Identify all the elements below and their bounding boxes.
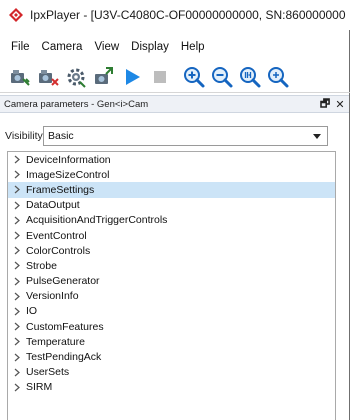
title-bar[interactable]: IpxPlayer - [U3V-C4080C-OF00000000000, S… xyxy=(0,0,350,30)
tree-item-io[interactable]: IO xyxy=(8,304,335,319)
float-panel-icon[interactable]: 🗗 xyxy=(318,97,332,111)
tree-item-acquisitionandtriggercontrols[interactable]: AcquisitionAndTriggerControls xyxy=(8,213,335,228)
expand-chevron-icon[interactable] xyxy=(8,231,26,240)
tree-item-eventcontrol[interactable]: EventControl xyxy=(8,228,335,243)
camera-settings-icon xyxy=(67,68,86,88)
tree-item-versioninfo[interactable]: VersionInfo xyxy=(8,289,335,304)
tree-item-pulsegenerator[interactable]: PulseGenerator xyxy=(8,274,335,289)
stop-button[interactable] xyxy=(146,63,174,91)
expand-chevron-icon[interactable] xyxy=(8,292,26,301)
camera-settings-button[interactable] xyxy=(62,63,90,91)
save-settings-icon xyxy=(95,66,113,84)
visibility-label: Visibility: xyxy=(5,130,46,142)
tree-item-label: EventControl xyxy=(26,229,87,242)
disconnect-camera-icon xyxy=(39,69,59,86)
expand-chevron-icon[interactable] xyxy=(8,155,26,164)
dropdown-arrow-icon xyxy=(313,134,321,139)
menu-display[interactable]: Display xyxy=(125,41,175,53)
panel-title: Camera parameters - Gen<i>Cam xyxy=(4,98,149,110)
tree-item-imagesizecontrol[interactable]: ImageSizeControl xyxy=(8,167,335,182)
tree-item-label: ColorControls xyxy=(26,244,91,257)
zoom-fit-icon xyxy=(240,66,261,87)
expand-chevron-icon[interactable] xyxy=(8,201,26,210)
tree-item-label: ImageSizeControl xyxy=(26,168,110,181)
expand-chevron-icon[interactable] xyxy=(8,277,26,286)
menu-camera[interactable]: Camera xyxy=(36,41,89,53)
expand-chevron-icon[interactable] xyxy=(8,185,26,194)
expand-chevron-icon[interactable] xyxy=(8,216,26,225)
tree-item-dataoutput[interactable]: DataOutput xyxy=(8,198,335,213)
window-title: IpxPlayer - [U3V-C4080C-OF00000000000, S… xyxy=(30,8,346,22)
expand-chevron-icon[interactable] xyxy=(8,322,26,331)
tree-item-label: TestPendingAck xyxy=(26,351,102,364)
tree-item-strobe[interactable]: Strobe xyxy=(8,258,335,273)
tree-item-label: DeviceInformation xyxy=(26,153,111,166)
tree-item-testpendingack[interactable]: TestPendingAck xyxy=(8,349,335,364)
expand-chevron-icon[interactable] xyxy=(8,383,26,392)
tree-item-label: AcquisitionAndTriggerControls xyxy=(26,214,168,227)
zoom-fit-button[interactable] xyxy=(236,63,264,91)
tree-item-label: PulseGenerator xyxy=(26,275,100,288)
tree-item-deviceinformation[interactable]: DeviceInformation xyxy=(8,152,335,167)
tree-item-label: Strobe xyxy=(26,259,57,272)
close-panel-icon[interactable]: ✕ xyxy=(333,97,347,111)
visibility-row: Visibility: Basic xyxy=(0,125,349,147)
app-logo-icon xyxy=(8,7,24,23)
tree-item-label: VersionInfo xyxy=(26,290,79,303)
tree-item-colorcontrols[interactable]: ColorControls xyxy=(8,243,335,258)
stop-icon xyxy=(154,70,166,83)
expand-chevron-icon[interactable] xyxy=(8,170,26,179)
visibility-dropdown[interactable]: Basic xyxy=(43,126,328,146)
expand-chevron-icon[interactable] xyxy=(8,368,26,377)
visibility-value: Basic xyxy=(48,130,74,142)
toolbar xyxy=(0,61,350,93)
connect-camera-button[interactable] xyxy=(6,63,34,91)
zoom-actual-button[interactable] xyxy=(264,63,292,91)
tree-item-label: CustomFeatures xyxy=(26,320,104,333)
zoom-in-button[interactable] xyxy=(180,63,208,91)
tree-item-label: Temperature xyxy=(26,335,85,348)
expand-chevron-icon[interactable] xyxy=(8,337,26,346)
expand-chevron-icon[interactable] xyxy=(8,353,26,362)
camera-parameters-panel-header: Camera parameters - Gen<i>Cam 🗗 ✕ xyxy=(0,95,349,113)
menu-help[interactable]: Help xyxy=(175,41,211,53)
tree-item-usersets[interactable]: UserSets xyxy=(8,365,335,380)
feature-tree: DeviceInformation ImageSizeControl FrameSe… xyxy=(7,151,336,420)
disconnect-camera-button[interactable] xyxy=(34,63,62,91)
expand-chevron-icon[interactable] xyxy=(8,246,26,255)
zoom-in-icon xyxy=(184,66,205,87)
menu-bar: File Camera View Display Help xyxy=(0,38,350,56)
play-icon xyxy=(126,68,140,85)
expand-chevron-icon[interactable] xyxy=(8,307,26,316)
tree-item-label: SIRM xyxy=(26,381,53,394)
tree-item-label: DataOutput xyxy=(26,199,80,212)
tree-item-sirm[interactable]: SIRM xyxy=(8,380,335,395)
zoom-out-button[interactable] xyxy=(208,63,236,91)
menu-file[interactable]: File xyxy=(5,41,36,53)
zoom-out-icon xyxy=(212,66,233,87)
tree-item-label: FrameSettings xyxy=(26,183,95,196)
tree-item-label: UserSets xyxy=(26,366,70,379)
app-window: IpxPlayer - [U3V-C4080C-OF00000000000, S… xyxy=(0,0,350,420)
save-settings-button[interactable] xyxy=(90,63,118,91)
play-button[interactable] xyxy=(118,63,146,91)
tree-item-framesettings[interactable]: FrameSettings xyxy=(8,182,335,198)
connect-camera-icon xyxy=(11,69,30,86)
tree-item-temperature[interactable]: Temperature xyxy=(8,334,335,349)
menu-view[interactable]: View xyxy=(88,41,125,53)
zoom-actual-icon xyxy=(268,66,289,87)
tree-item-customfeatures[interactable]: CustomFeatures xyxy=(8,319,335,334)
tree-item-label: IO xyxy=(26,305,38,318)
expand-chevron-icon[interactable] xyxy=(8,261,26,270)
